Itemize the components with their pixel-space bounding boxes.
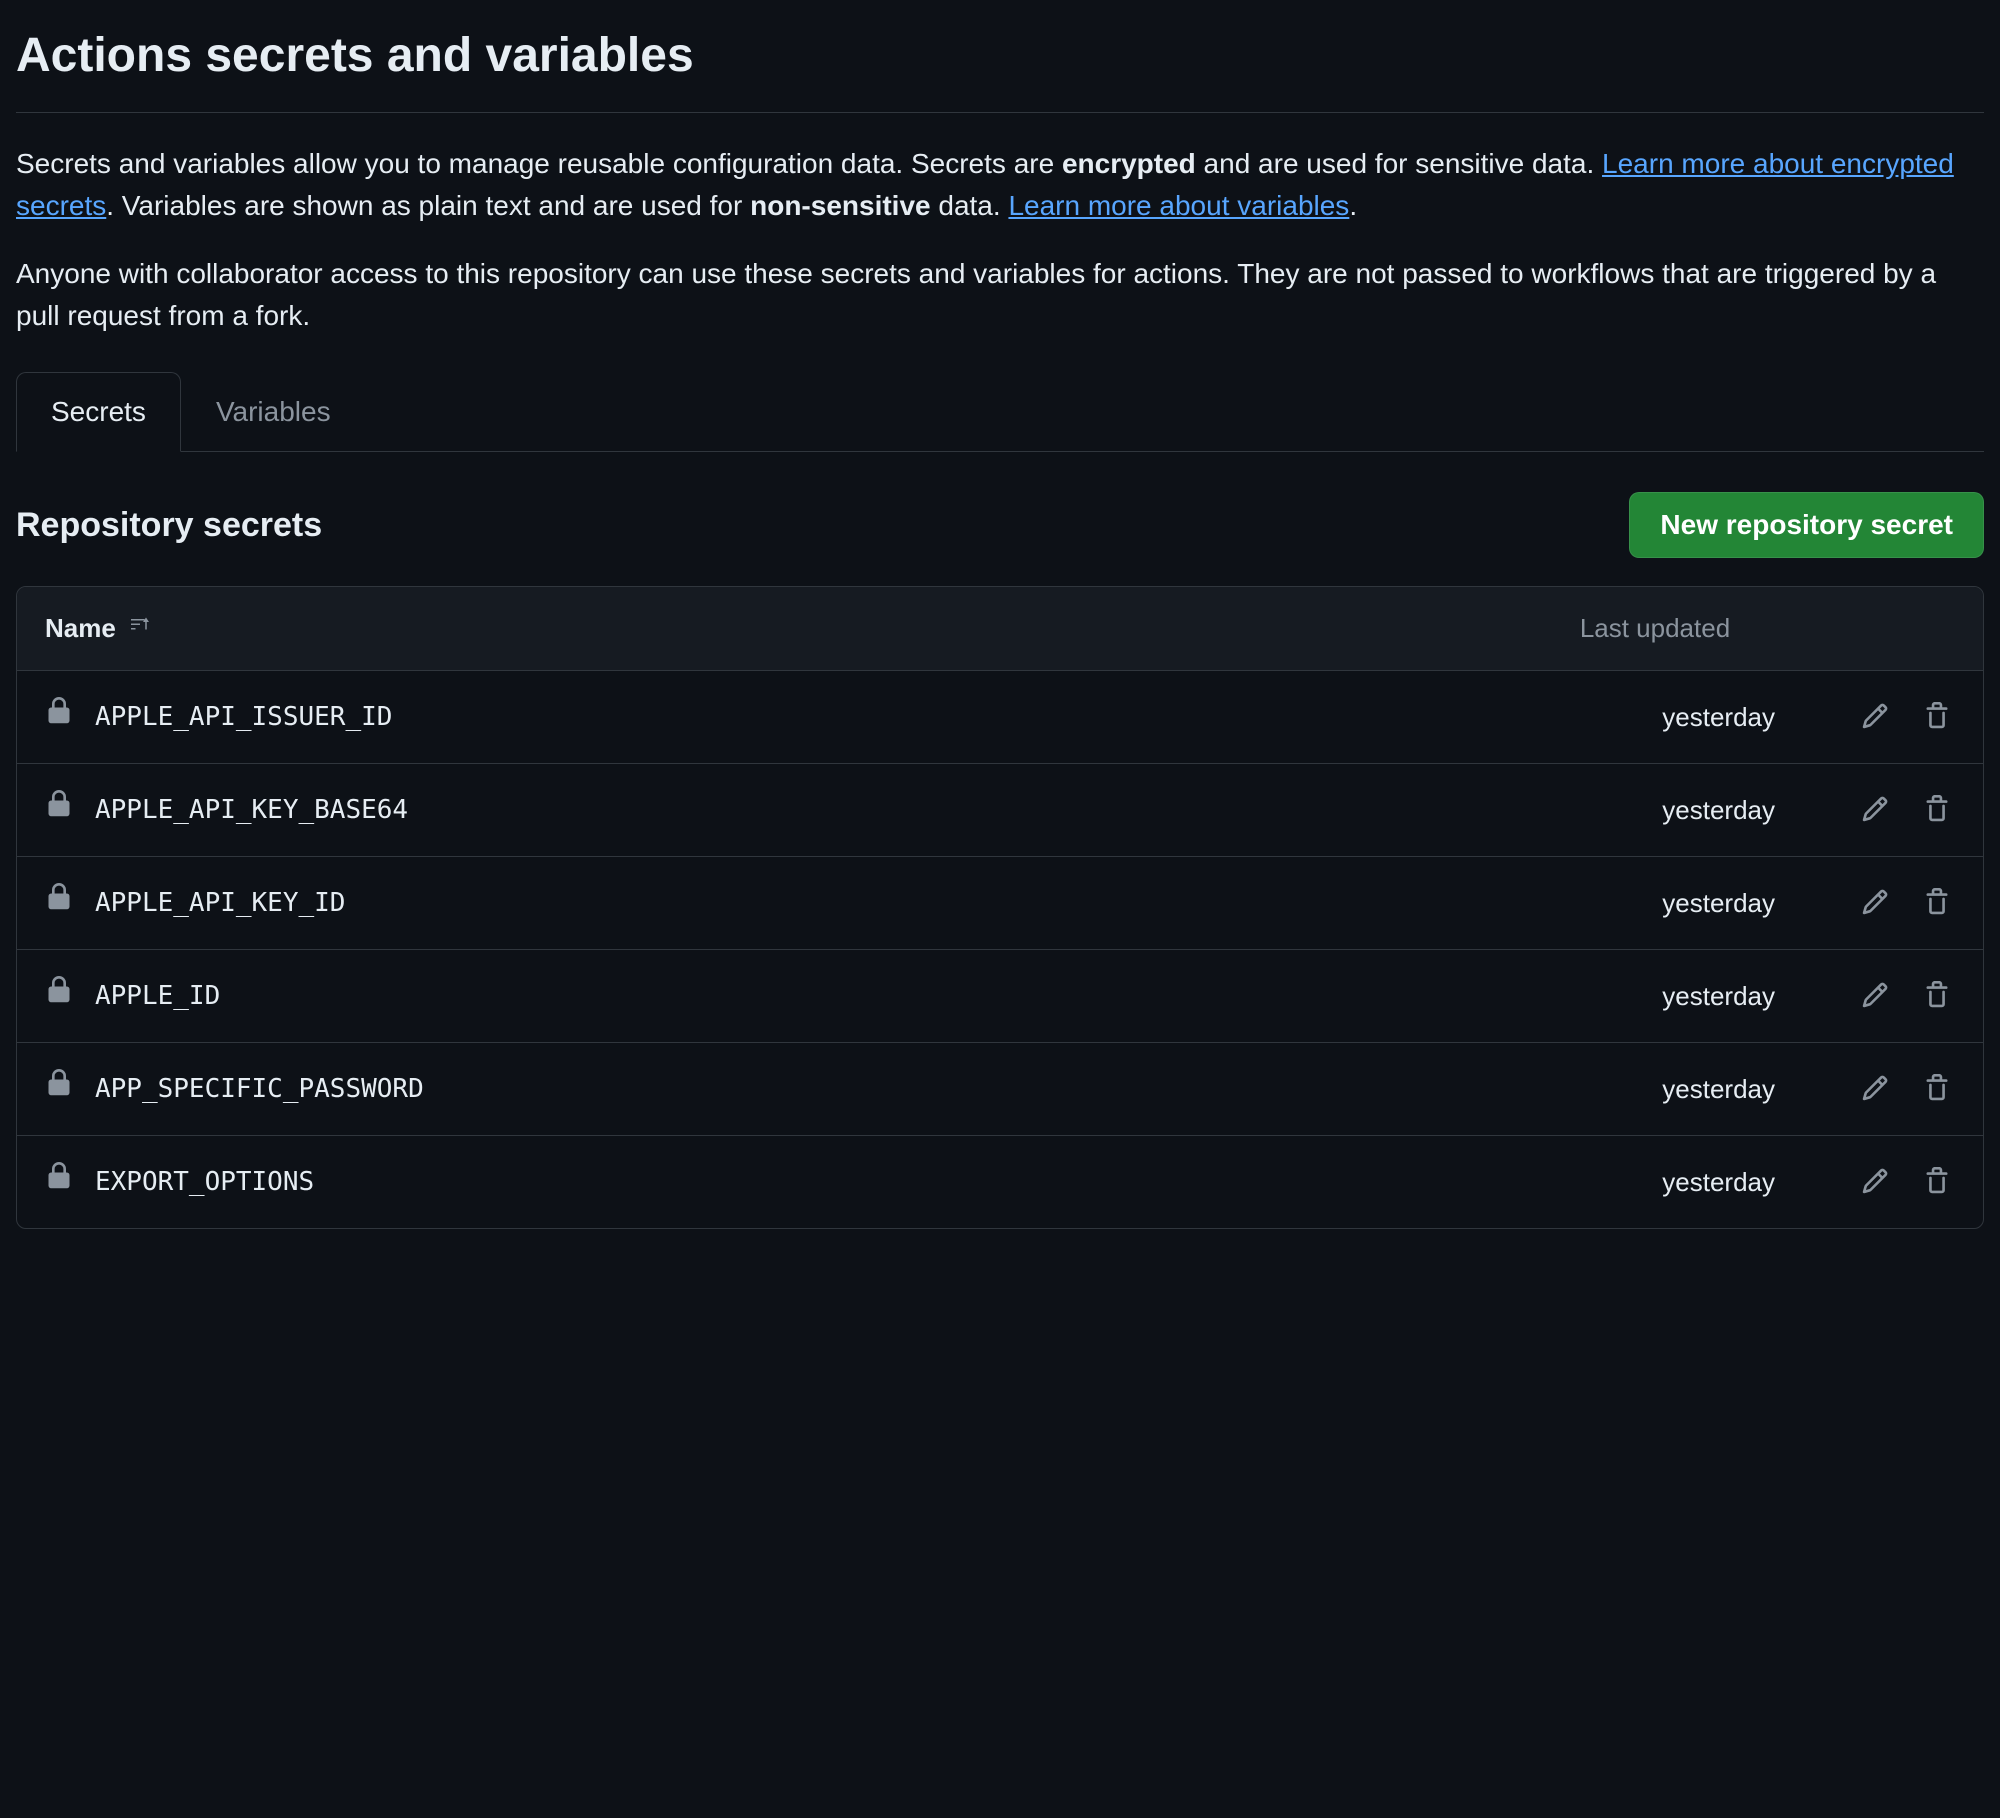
intro-text: . — [1349, 190, 1357, 221]
secret-name: APPLE_API_KEY_BASE64 — [95, 791, 408, 830]
pencil-icon — [1861, 702, 1889, 733]
column-name-label: Name — [45, 609, 116, 648]
secret-name: APP_SPECIFIC_PASSWORD — [95, 1070, 424, 1109]
secret-name: EXPORT_OPTIONS — [95, 1163, 314, 1202]
edit-button[interactable] — [1857, 1163, 1893, 1202]
delete-button[interactable] — [1919, 1070, 1955, 1109]
sort-icon — [128, 609, 152, 648]
lock-icon — [45, 1069, 73, 1109]
secret-name-cell: APPLE_API_KEY_BASE64 — [45, 790, 1495, 830]
secret-actions — [1815, 698, 1955, 737]
secret-name-cell: APP_SPECIFIC_PASSWORD — [45, 1069, 1495, 1109]
trash-icon — [1923, 1167, 1951, 1198]
delete-button[interactable] — [1919, 791, 1955, 830]
lock-icon — [45, 1162, 73, 1202]
lock-icon — [45, 976, 73, 1016]
intro-text-bold: non-sensitive — [750, 190, 930, 221]
secret-name-cell: APPLE_ID — [45, 976, 1495, 1016]
secret-actions — [1815, 1070, 1955, 1109]
page-title: Actions secrets and variables — [16, 20, 1984, 113]
secret-updated: yesterday — [1495, 1163, 1815, 1202]
intro-text: Secrets and variables allow you to manag… — [16, 148, 1062, 179]
secret-name-cell: APPLE_API_KEY_ID — [45, 883, 1495, 923]
intro-text: and are used for sensitive data. — [1196, 148, 1602, 179]
lock-icon — [45, 790, 73, 830]
intro-paragraph-2: Anyone with collaborator access to this … — [16, 253, 1984, 337]
secret-name-cell: EXPORT_OPTIONS — [45, 1162, 1495, 1202]
table-row: APPLE_API_KEY_BASE64 yesterday — [17, 764, 1983, 857]
lock-icon — [45, 883, 73, 923]
edit-button[interactable] — [1857, 698, 1893, 737]
secret-updated: yesterday — [1495, 791, 1815, 830]
learn-variables-link[interactable]: Learn more about variables — [1008, 190, 1349, 221]
edit-button[interactable] — [1857, 884, 1893, 923]
secret-updated: yesterday — [1495, 884, 1815, 923]
secret-actions — [1815, 977, 1955, 1016]
intro-text-bold: encrypted — [1062, 148, 1196, 179]
tab-secrets[interactable]: Secrets — [16, 372, 181, 452]
delete-button[interactable] — [1919, 977, 1955, 1016]
secrets-table: Name Last updated APPLE_API_ISSUER_IDyes… — [16, 586, 1984, 1229]
column-name-header[interactable]: Name — [45, 609, 1495, 648]
trash-icon — [1923, 702, 1951, 733]
trash-icon — [1923, 888, 1951, 919]
new-repository-secret-button[interactable]: New repository secret — [1629, 492, 1984, 558]
lock-icon — [45, 697, 73, 737]
tab-variables[interactable]: Variables — [181, 372, 366, 452]
delete-button[interactable] — [1919, 698, 1955, 737]
edit-button[interactable] — [1857, 977, 1893, 1016]
tabnav: Secrets Variables — [16, 371, 1984, 452]
table-row: APPLE_API_KEY_ID yesterday — [17, 857, 1983, 950]
intro-text: data. — [931, 190, 1009, 221]
secret-actions — [1815, 1163, 1955, 1202]
table-row: APPLE_ID yesterday — [17, 950, 1983, 1043]
edit-button[interactable] — [1857, 1070, 1893, 1109]
intro-paragraph-1: Secrets and variables allow you to manag… — [16, 143, 1984, 227]
table-row: APPLE_API_ISSUER_ID yesterday — [17, 671, 1983, 764]
pencil-icon — [1861, 981, 1889, 1012]
section-title: Repository secrets — [16, 500, 322, 551]
trash-icon — [1923, 795, 1951, 826]
pencil-icon — [1861, 1167, 1889, 1198]
table-header: Name Last updated — [17, 587, 1983, 671]
secret-name: APPLE_ID — [95, 977, 220, 1016]
column-updated-header: Last updated — [1495, 609, 1815, 648]
intro-block: Secrets and variables allow you to manag… — [16, 143, 1984, 337]
trash-icon — [1923, 1074, 1951, 1105]
pencil-icon — [1861, 795, 1889, 826]
pencil-icon — [1861, 888, 1889, 919]
edit-button[interactable] — [1857, 791, 1893, 830]
secret-actions — [1815, 791, 1955, 830]
section-header: Repository secrets New repository secret — [16, 492, 1984, 558]
secret-name-cell: APPLE_API_ISSUER_ID — [45, 697, 1495, 737]
secret-name: APPLE_API_KEY_ID — [95, 884, 345, 923]
intro-text: . Variables are shown as plain text and … — [106, 190, 750, 221]
secret-name: APPLE_API_ISSUER_ID — [95, 698, 392, 737]
table-row: APP_SPECIFIC_PASSWORD yesterday — [17, 1043, 1983, 1136]
secret-actions — [1815, 884, 1955, 923]
pencil-icon — [1861, 1074, 1889, 1105]
trash-icon — [1923, 981, 1951, 1012]
secret-updated: yesterday — [1495, 1070, 1815, 1109]
secret-updated: yesterday — [1495, 698, 1815, 737]
delete-button[interactable] — [1919, 884, 1955, 923]
delete-button[interactable] — [1919, 1163, 1955, 1202]
secret-updated: yesterday — [1495, 977, 1815, 1016]
table-row: EXPORT_OPTIONS yesterday — [17, 1136, 1983, 1228]
